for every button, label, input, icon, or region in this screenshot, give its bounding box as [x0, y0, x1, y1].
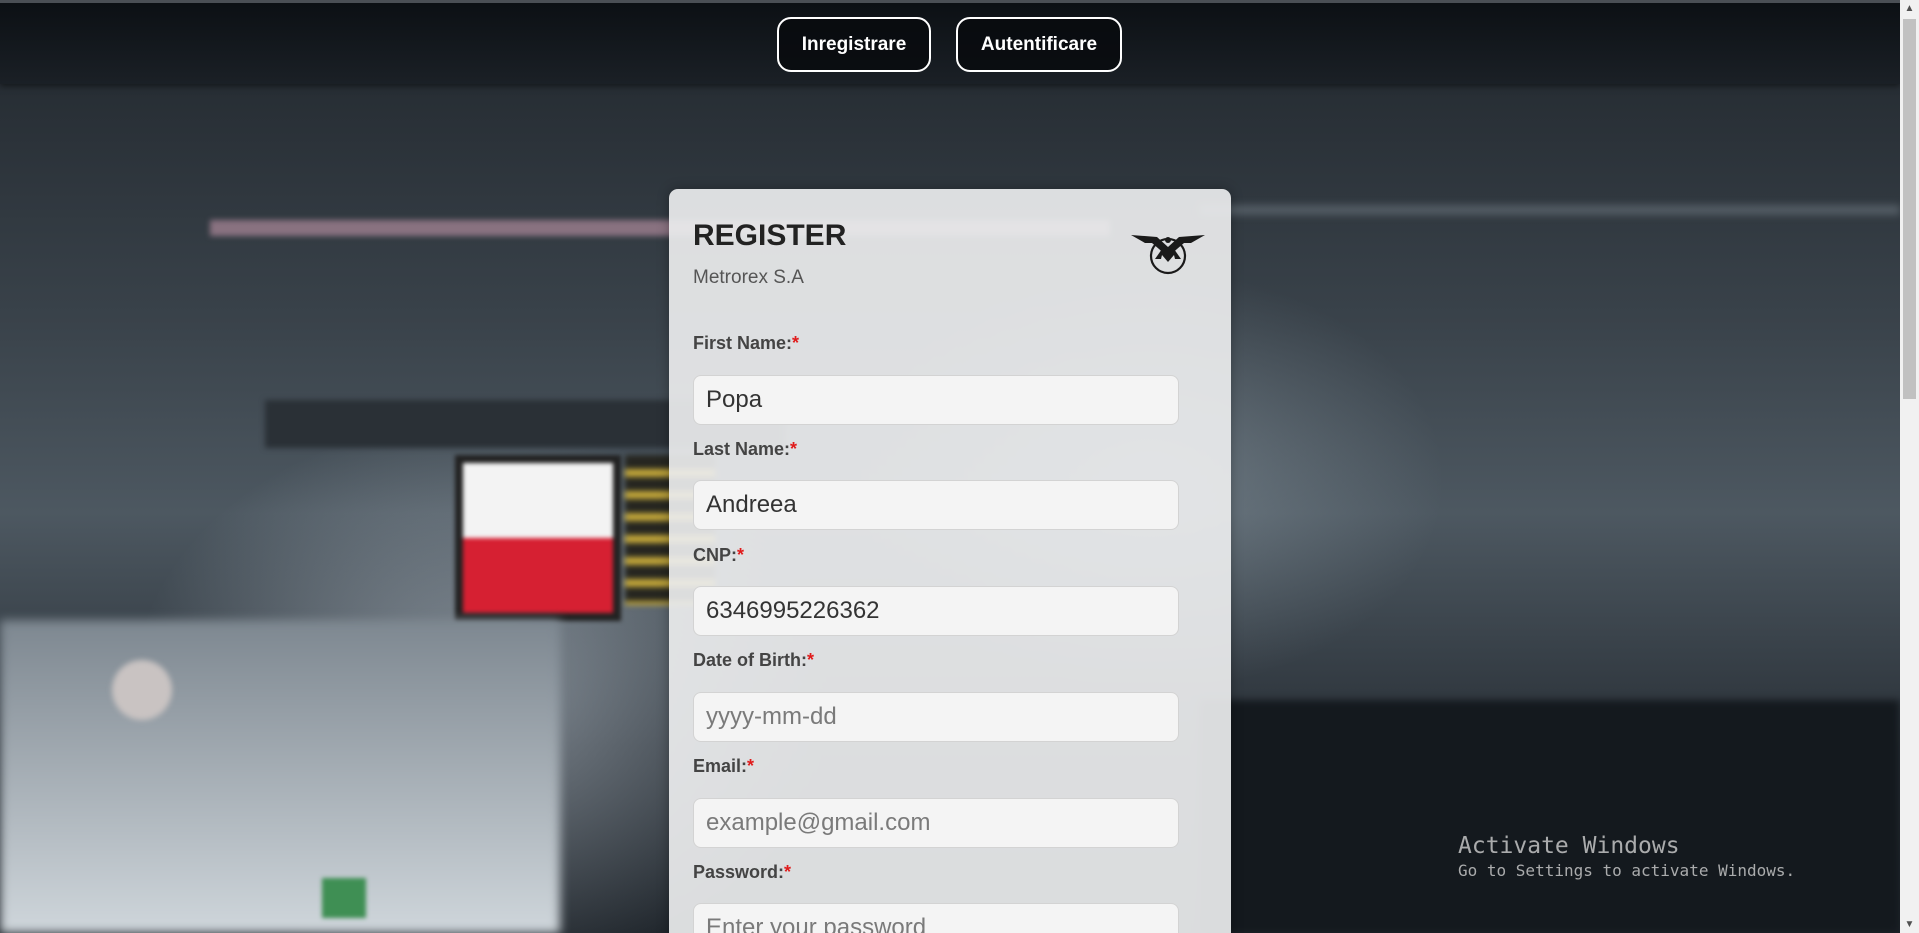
- email-label: Email:*: [693, 756, 755, 776]
- last-name-label: Last Name:*: [693, 439, 798, 459]
- last-name-input[interactable]: [693, 480, 1179, 530]
- card-subtitle: Metrorex S.A: [693, 267, 804, 288]
- cnp-input[interactable]: [693, 586, 1179, 636]
- scrollbar-thumb[interactable]: [1903, 19, 1916, 399]
- date-of-birth-input[interactable]: [693, 692, 1179, 742]
- vertical-scrollbar[interactable]: ▲ ▼: [1900, 0, 1919, 933]
- card-title: REGISTER: [693, 219, 847, 252]
- watermark-title: Activate Windows: [1458, 833, 1680, 859]
- email-input[interactable]: [693, 798, 1179, 848]
- first-name-label: First Name:*: [693, 333, 800, 353]
- register-card: REGISTER Metrorex S.A First Name:* Last …: [669, 189, 1231, 933]
- scroll-down-arrow-icon[interactable]: ▼: [1900, 916, 1919, 933]
- login-nav-button[interactable]: Autentificare: [956, 17, 1122, 72]
- date-of-birth-label: Date of Birth:*: [693, 650, 815, 670]
- top-navbar: Inregistrare Autentificare: [0, 0, 1900, 84]
- scroll-up-arrow-icon[interactable]: ▲: [1900, 0, 1919, 17]
- watermark-subtitle: Go to Settings to activate Windows.: [1458, 861, 1796, 880]
- register-nav-button[interactable]: Inregistrare: [777, 17, 931, 72]
- cnp-label: CNP:*: [693, 545, 745, 565]
- password-input[interactable]: [693, 903, 1179, 933]
- metrorex-logo-icon: [1131, 235, 1205, 275]
- windows-activation-watermark: Activate Windows Go to Settings to activ…: [1458, 833, 1795, 880]
- first-name-input[interactable]: [693, 375, 1179, 425]
- password-label: Password:*: [693, 862, 792, 882]
